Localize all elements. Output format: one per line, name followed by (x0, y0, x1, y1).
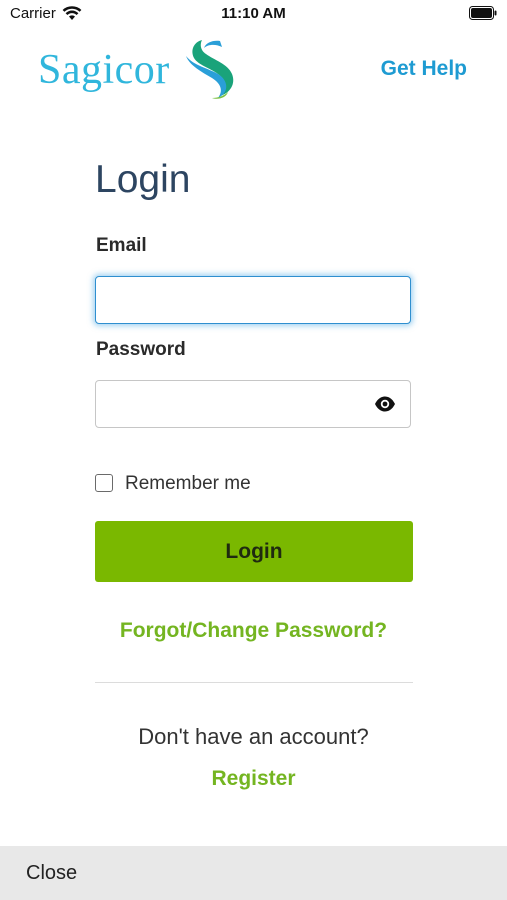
battery-icon (469, 6, 497, 20)
remember-me-checkbox[interactable] (95, 474, 113, 492)
get-help-link[interactable]: Get Help (381, 57, 467, 81)
remember-me-label: Remember me (125, 473, 251, 494)
password-label: Password (96, 339, 186, 360)
password-field[interactable] (95, 380, 411, 428)
close-button[interactable]: Close (26, 862, 77, 885)
forgot-password-link[interactable]: Forgot/Change Password? (0, 619, 507, 643)
email-field[interactable] (95, 276, 411, 324)
status-bar: Carrier 11:10 AM (0, 0, 507, 28)
register-link[interactable]: Register (0, 767, 507, 791)
bottom-bar: Close (0, 846, 507, 900)
sagicor-logo: Sagicor (38, 38, 248, 102)
email-label: Email (96, 235, 147, 256)
status-time: 11:10 AM (221, 5, 286, 22)
sagicor-s-logo-icon (186, 40, 234, 99)
divider (95, 682, 413, 683)
eye-icon[interactable] (374, 395, 396, 413)
page-title: Login (95, 158, 191, 201)
login-button[interactable]: Login (95, 521, 413, 582)
logo-text: Sagicor (38, 47, 170, 93)
no-account-text: Don't have an account? (138, 724, 369, 749)
